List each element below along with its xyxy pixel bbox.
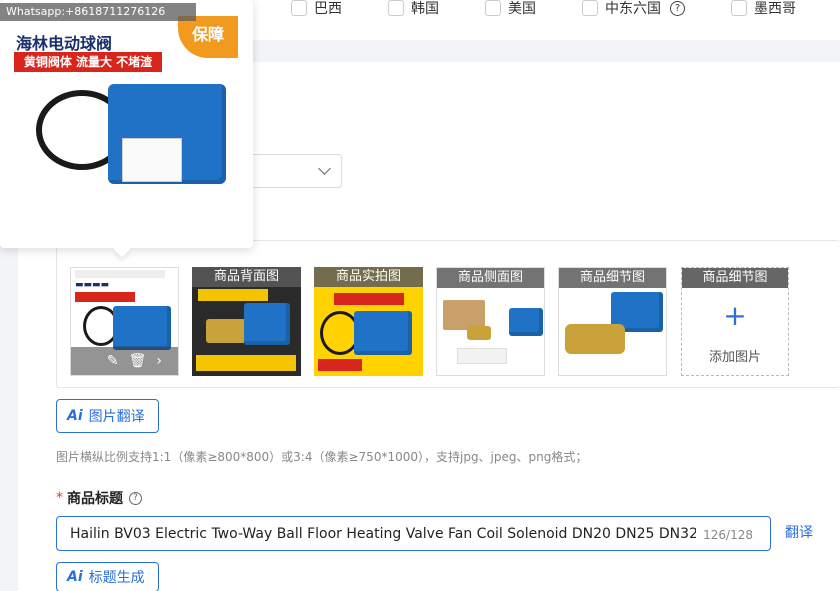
title-value[interactable]: Hailin BV03 Electric Two-Way Ball Floor … [70,526,696,542]
country-label: 美国 [508,1,536,17]
brass-valve-shape [206,319,246,343]
country-option-brazil[interactable]: 巴西 [291,0,342,17]
brass-valve-shape [467,326,491,340]
country-option-mexico[interactable]: 墨西哥 [731,0,796,17]
actuator-shape [354,311,412,355]
button-label: 标题生成 [88,570,145,586]
country-label: 墨西哥 [754,1,796,17]
edit-icon[interactable]: ✎ [107,353,119,369]
help-icon[interactable]: ? [670,0,685,16]
tagline-strip [198,289,268,301]
checkbox[interactable] [485,0,501,16]
required-marker: * [56,490,63,506]
country-option-usa[interactable]: 美国 [485,0,536,17]
product-image-side[interactable]: 商品侧面图 [436,267,545,376]
image-format-hint: 图片横纵比例支持1:1（像素≥800*800）或3:4（像素≥750*1000）… [56,450,588,464]
image-label: 商品背面图 [192,267,301,287]
plus-icon: + [723,299,747,332]
guarantee-badge: 保障 [178,16,238,58]
image-toolbar: ✎ 🗑 › [71,347,178,375]
chevron-down-icon [318,162,331,175]
preview-image: 保障 海林电动球阀 黄铜阀体 流量大 不堵渣 [10,8,238,218]
page: 巴西 韩国 美国 中东六国 ? 墨西哥 ▬▬▬▬ ✎ 🗑 › 商品背面图 商品实… [0,0,840,591]
footer-strip [196,355,296,371]
product-brand: 海林电动球阀 [16,34,113,53]
country-label: 中东六国 [605,1,661,17]
product-tagline: 黄铜阀体 流量大 不堵渣 [14,52,162,72]
char-counter: 126/128 [703,528,753,542]
actuator-shape [244,303,290,345]
checkbox[interactable] [388,0,404,16]
watermark-strip [75,270,165,278]
spec-label-shape [122,138,182,182]
button-label: 图片翻译 [88,409,145,425]
translate-link[interactable]: 翻译 [785,522,813,542]
country-option-middle-east[interactable]: 中东六国 ? [582,0,685,17]
footer-strip [318,359,362,371]
brass-valve-shape [565,324,625,354]
title-generate-button[interactable]: Ai 标题生成 [56,562,159,591]
country-label: 韩国 [411,1,439,17]
product-image-back[interactable]: 商品背面图 [192,267,301,376]
product-image-main[interactable]: ▬▬▬▬ ✎ 🗑 › [70,267,179,376]
delete-icon[interactable]: 🗑 [129,353,147,369]
checkbox[interactable] [582,0,598,16]
ai-icon: Ai [67,408,83,424]
country-option-korea[interactable]: 韩国 [388,0,439,17]
ai-icon: Ai [67,569,83,585]
product-title-input[interactable]: Hailin BV03 Electric Two-Way Ball Floor … [56,516,771,551]
manual-shape [457,348,507,364]
image-label: 商品实拍图 [314,267,423,287]
product-image-real[interactable]: 商品实拍图 [314,267,423,376]
checkbox[interactable] [731,0,747,16]
image-label: 商品细节图 [682,268,788,288]
help-icon[interactable]: ? [129,491,142,505]
add-image-button[interactable]: 商品细节图 + 添加图片 [681,267,789,376]
add-image-text: 添加图片 [708,350,761,365]
image-translate-button[interactable]: Ai 图片翻译 [56,399,159,433]
tagline-strip [334,293,404,305]
label-text: 商品标题 [67,491,123,507]
image-preview-popover: 保障 海林电动球阀 黄铜阀体 流量大 不堵渣 Whatsapp:+8618711… [0,0,253,258]
image-label: 商品侧面图 [437,268,544,288]
whatsapp-watermark: Whatsapp:+8618711276126 [0,3,196,21]
tagline-strip [75,292,135,302]
chevron-right-icon[interactable]: › [156,353,162,369]
country-label: 巴西 [314,1,342,17]
product-title-label: * 商品标题 ? [56,488,142,508]
actuator-shape [509,308,543,336]
brand-mini: ▬▬▬▬ [75,280,110,290]
product-image-detail[interactable]: 商品细节图 [558,267,667,376]
checkbox[interactable] [291,0,307,16]
actuator-shape [113,306,171,350]
image-label: 商品细节图 [559,268,666,288]
